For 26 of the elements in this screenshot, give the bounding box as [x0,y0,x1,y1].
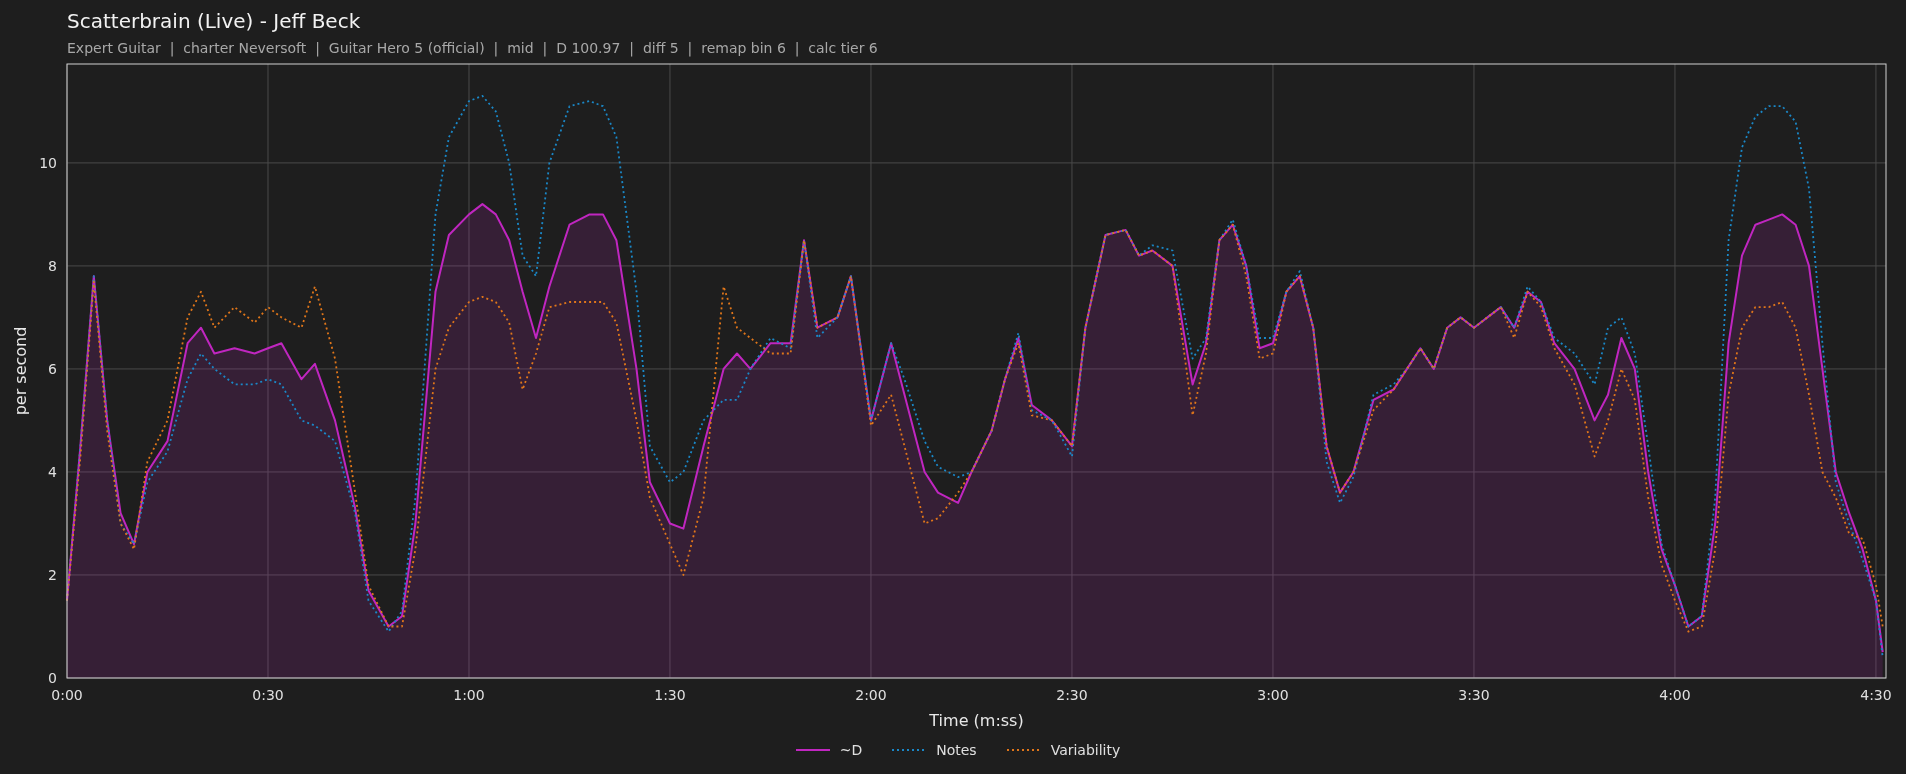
axis-tick-label: 1:30 [654,687,686,703]
axis-tick-label: 10 [39,154,57,171]
axis-tick-label: 2 [48,567,57,583]
axis-tick-label: 1:00 [453,687,485,703]
chart-subtitle: Expert Guitar | charter Neversoft | Guitar Hero 5 (official) | mid | D 100.97 | diff 5 | remap bin 6 | calc tier 6 [67,39,879,58]
axis-tick-label: 4:00 [1659,687,1691,703]
axis-tick-label: 2:00 [855,687,887,703]
legend-label: Variability [1050,742,1121,758]
axis-tick-label: 3:30 [1458,687,1490,703]
axis-label: per second [11,326,30,416]
axis-tick-label: 0:30 [252,687,284,703]
axis-tick-label: 3:00 [1257,687,1289,703]
axis-tick-label: 6 [48,360,57,377]
legend-line-icon [892,748,927,752]
axis-label: Time (m:ss) [929,711,1024,730]
legend-label: ~D [839,742,863,758]
axis-tick-label: 4:30 [1860,687,1892,703]
axis-tick-label: 8 [48,257,57,274]
axis-tick-label: 4 [48,463,57,480]
legend-label: Notes [936,742,977,758]
axis-tick-label: 0:00 [51,687,83,703]
legend-line-icon [1006,748,1041,752]
legend-line-icon [795,748,830,752]
chart-title: Scatterbrain (Live) - Jeff Beck [67,8,362,34]
axis-tick-label: 2:30 [1056,687,1088,703]
axis-tick-label: 0 [48,670,57,686]
